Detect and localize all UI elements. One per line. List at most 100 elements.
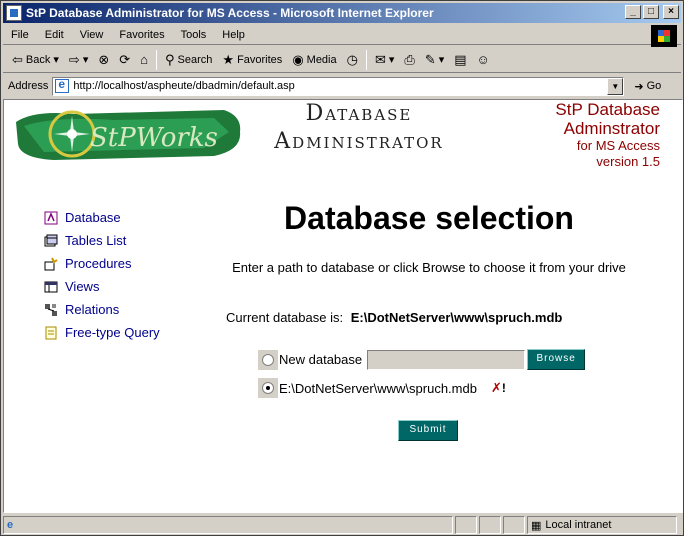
history-button[interactable]: ◷ xyxy=(342,52,363,68)
relations-icon xyxy=(45,303,57,316)
go-arrow-icon: ➜ xyxy=(634,80,644,93)
address-input[interactable]: http://localhost/aspheute/dbadmin/defaul… xyxy=(52,76,625,96)
home-button[interactable]: ⌂ xyxy=(135,52,153,67)
menu-tools[interactable]: Tools xyxy=(173,29,215,41)
procedures-icon xyxy=(44,257,58,270)
back-button[interactable]: ⇦ Back ▾ xyxy=(7,52,64,68)
address-dropdown-icon[interactable]: ▼ xyxy=(607,77,624,95)
messenger-icon: ☺ xyxy=(476,52,490,67)
edit-dropdown-icon: ▾ xyxy=(438,54,445,66)
maximize-button[interactable]: □ xyxy=(643,5,659,19)
edit-icon: ✎ xyxy=(424,51,436,67)
edit-button[interactable]: ✎ ▾ xyxy=(420,52,449,68)
page-status-icon: e xyxy=(7,519,14,531)
tables-icon xyxy=(44,234,58,246)
security-zone: ▦ Local intranet xyxy=(527,516,677,534)
nav-relations[interactable]: Relations xyxy=(44,298,160,321)
page-title: Database selection xyxy=(284,200,574,236)
zone-label: Local intranet xyxy=(545,519,612,531)
stop-button[interactable]: ⊗ xyxy=(93,52,114,68)
current-database-text: Current database is: E:\DotNetServer\www… xyxy=(226,310,562,325)
banner-product-info: StP Database Adminstrator for MS Access … xyxy=(555,100,660,170)
forward-dropdown-icon: ▾ xyxy=(82,54,89,66)
status-cell xyxy=(479,516,501,534)
logo-text: StPWorks xyxy=(90,123,218,153)
address-label: Address xyxy=(8,80,49,92)
database-icon xyxy=(44,211,58,224)
minimize-button[interactable]: _ xyxy=(625,5,641,19)
address-bar: Address http://localhost/aspheute/dbadmi… xyxy=(3,75,681,97)
current-database-value: E:\DotNetServer\www\spruch.mdb xyxy=(350,310,563,325)
stop-icon: ⊗ xyxy=(98,51,110,67)
views-icon xyxy=(44,281,58,292)
status-cell xyxy=(455,516,477,534)
banner-title-line1: Database xyxy=(305,101,413,126)
mail-button[interactable]: ✉ ▾ xyxy=(370,52,399,68)
stpworks-logo: StPWorks xyxy=(16,110,241,160)
messenger-button[interactable]: ☺ xyxy=(472,52,495,67)
nav-procedures[interactable]: Procedures xyxy=(44,252,160,275)
menu-bar: File Edit View Favorites Tools Help xyxy=(3,25,681,47)
discuss-icon: ▤ xyxy=(454,51,467,67)
media-label: Media xyxy=(306,53,337,66)
new-database-row: New database Browse xyxy=(258,349,586,370)
new-database-radio[interactable] xyxy=(262,353,274,366)
query-icon xyxy=(45,326,57,339)
forward-button[interactable]: ⇨ ▾ xyxy=(64,52,93,68)
browse-button[interactable]: Browse xyxy=(527,349,586,370)
title-bar: StP Database Administrator for MS Access… xyxy=(3,3,681,23)
nav-database[interactable]: Database xyxy=(44,206,160,229)
refresh-button[interactable]: ⟳ xyxy=(114,52,135,68)
menu-edit[interactable]: Edit xyxy=(37,29,72,41)
product-platform: for MS Access xyxy=(576,138,660,153)
intranet-icon: ▦ xyxy=(531,519,542,532)
favorites-label: Favorites xyxy=(237,53,283,66)
media-icon: ◉ xyxy=(292,51,304,67)
search-button[interactable]: ⚲ Search xyxy=(160,52,217,68)
menu-file[interactable]: File xyxy=(3,29,37,41)
nav-query-label: Free-type Query xyxy=(65,325,160,340)
back-label: Back xyxy=(25,53,51,66)
back-arrow-icon: ⇦ xyxy=(12,51,23,67)
address-url: http://localhost/aspheute/dbadmin/defaul… xyxy=(73,80,295,92)
delete-database-button[interactable]: ✗! xyxy=(491,380,506,396)
forward-arrow-icon: ⇨ xyxy=(68,51,80,67)
submit-button[interactable]: Submit xyxy=(398,420,458,441)
banner-title: Database Administrator xyxy=(244,100,474,162)
nav-database-label: Database xyxy=(65,210,121,225)
favorites-icon: ★ xyxy=(222,51,235,67)
refresh-icon: ⟳ xyxy=(119,51,131,67)
print-icon: ⎙ xyxy=(404,51,415,67)
discuss-button[interactable]: ▤ xyxy=(449,52,471,68)
menu-favorites[interactable]: Favorites xyxy=(111,29,172,41)
menu-view[interactable]: View xyxy=(72,29,112,41)
nav-tables-list[interactable]: Tables List xyxy=(44,229,160,252)
banner-title-line2: Administrator xyxy=(274,129,444,154)
delete-exclamation: ! xyxy=(501,381,506,395)
new-database-path-input[interactable] xyxy=(367,349,526,370)
delete-x-icon: ✗ xyxy=(490,380,502,395)
print-button[interactable]: ⎙ xyxy=(399,52,419,68)
toolbar-separator xyxy=(156,49,158,70)
media-button[interactable]: ◉ Media xyxy=(287,52,341,68)
nav-procedures-label: Procedures xyxy=(65,256,132,271)
browser-window: StP Database Administrator for MS Access… xyxy=(0,0,684,536)
existing-database-radio[interactable] xyxy=(262,382,274,394)
page-content: StPWorks Database Administrator StP Data… xyxy=(3,99,683,513)
instructions-text: Enter a path to database or click Browse… xyxy=(232,260,626,275)
new-database-radio-cell xyxy=(258,349,278,370)
back-dropdown-icon: ▾ xyxy=(53,54,59,66)
existing-database-row: E:\DotNetServer\www\spruch.mdb ✗! xyxy=(258,378,506,398)
nav-tables-label: Tables List xyxy=(65,233,127,248)
nav-views-label: Views xyxy=(65,279,100,294)
existing-database-radio-cell xyxy=(258,378,278,398)
product-name-line2: Adminstrator xyxy=(563,119,660,138)
menu-help[interactable]: Help xyxy=(214,29,253,41)
nav-views[interactable]: Views xyxy=(44,275,160,298)
go-button[interactable]: ➜ Go xyxy=(634,80,661,93)
close-button[interactable]: × xyxy=(663,5,679,19)
nav-free-type-query[interactable]: Free-type Query xyxy=(44,321,160,344)
toolbar: ⇦ Back ▾ ⇨ ▾ ⊗ ⟳ ⌂ ⚲ Search ★ Favorites … xyxy=(3,47,681,73)
favorites-button[interactable]: ★ Favorites xyxy=(217,52,287,68)
search-label: Search xyxy=(177,53,213,66)
